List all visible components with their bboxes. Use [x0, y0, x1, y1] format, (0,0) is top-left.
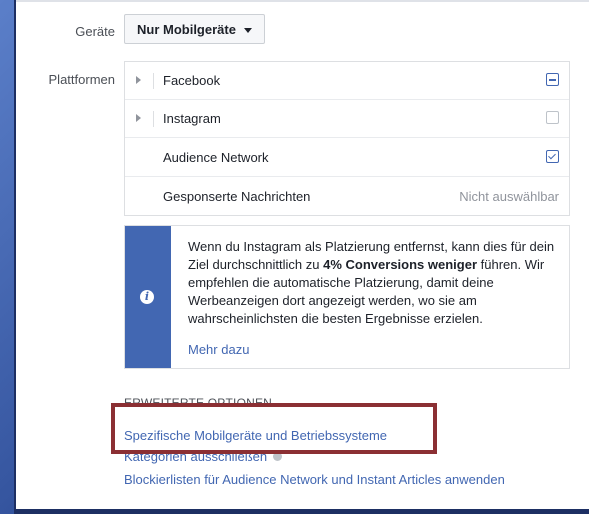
advanced-options-title: ERWEITERTE OPTIONEN — [124, 396, 273, 410]
devices-label: Geräte — [75, 24, 115, 39]
learn-more-link[interactable]: Mehr dazu — [188, 342, 249, 357]
expand-arrow-icon[interactable] — [136, 76, 141, 84]
exclude-categories-label: Kategorien ausschließen — [124, 449, 268, 464]
platform-name: Instagram — [163, 111, 221, 126]
platform-name: Audience Network — [163, 150, 269, 165]
platforms-label: Plattformen — [48, 72, 115, 87]
bottom-frame-edge — [14, 509, 589, 514]
platform-checkbox-facebook[interactable] — [546, 73, 559, 86]
platform-name: Facebook — [163, 73, 221, 88]
divider — [153, 73, 154, 89]
info-text: Wenn du Instagram als Platzierung entfer… — [188, 238, 560, 328]
help-icon[interactable] — [273, 452, 283, 461]
devices-dropdown-value: Nur Mobilgeräte — [137, 21, 236, 37]
info-stripe: i — [125, 226, 171, 368]
platform-checkbox-instagram[interactable] — [546, 111, 559, 124]
divider — [153, 111, 154, 127]
frame-edge — [14, 0, 16, 514]
platform-row-audience-network[interactable]: Audience Network — [125, 139, 569, 177]
info-text-bold: 4% Conversions weniger — [323, 257, 478, 272]
platform-row-sponsored-messages: Gesponserte Nachrichten Nicht auswählbar — [125, 178, 569, 216]
info-notice: i Wenn du Instagram als Platzierung entf… — [124, 225, 570, 369]
platform-row-facebook[interactable]: Facebook — [125, 62, 569, 100]
unavailable-status: Nicht auswählbar — [459, 189, 559, 204]
block-lists-link[interactable]: Blockierlisten für Audience Network und … — [124, 472, 505, 487]
expand-arrow-icon[interactable] — [136, 114, 141, 122]
caret-down-icon — [243, 27, 252, 33]
devices-dropdown[interactable]: Nur Mobilgeräte — [124, 14, 265, 44]
specific-devices-link[interactable]: Spezifische Mobilgeräte und Betriebssyst… — [124, 428, 387, 443]
platform-checkbox-audience-network[interactable] — [546, 150, 559, 163]
platform-list: Facebook Instagram Audience Network Gesp… — [124, 61, 570, 216]
platform-row-instagram[interactable]: Instagram — [125, 100, 569, 138]
platform-name: Gesponserte Nachrichten — [163, 189, 311, 204]
exclude-categories-link[interactable]: Kategorien ausschließen — [124, 449, 283, 464]
info-icon: i — [140, 290, 154, 304]
